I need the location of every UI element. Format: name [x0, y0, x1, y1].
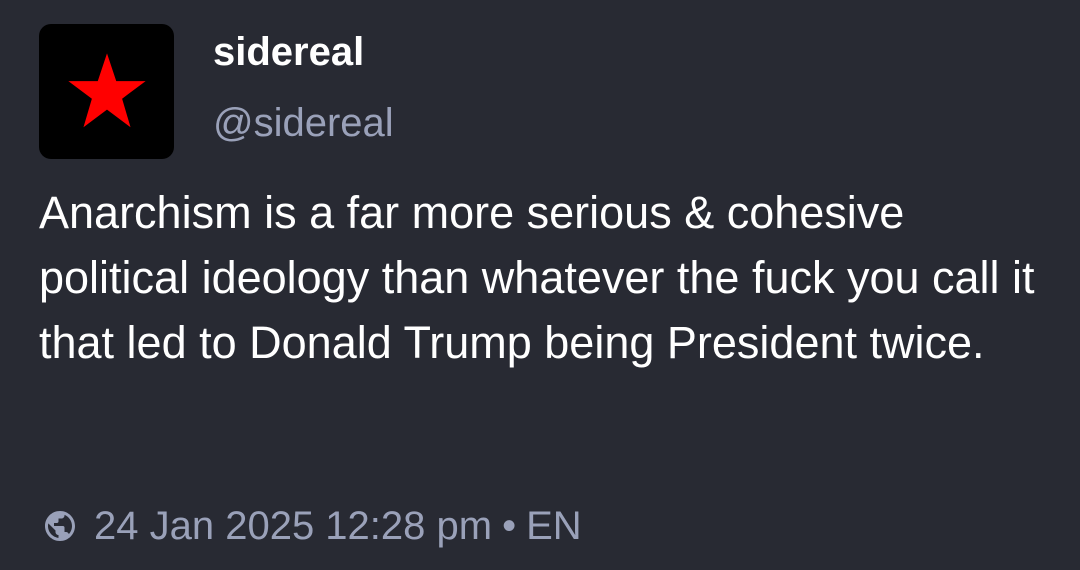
avatar[interactable]	[39, 24, 174, 159]
author-handle[interactable]: @sidereal	[213, 101, 394, 146]
post-meta: 24 Jan 2025 12:28 pm • EN	[42, 502, 582, 550]
author-display-name[interactable]: sidereal	[213, 30, 364, 75]
red-star-icon	[67, 52, 146, 127]
post-content: Anarchism is a far more serious & cohesi…	[39, 187, 1035, 368]
meta-separator: •	[502, 503, 517, 548]
globe-icon	[42, 508, 78, 544]
post-card: sidereal @sidereal Anarchism is a far mo…	[0, 0, 1080, 570]
post-language: EN	[526, 503, 582, 548]
post-timestamp[interactable]: 24 Jan 2025 12:28 pm	[94, 504, 492, 549]
